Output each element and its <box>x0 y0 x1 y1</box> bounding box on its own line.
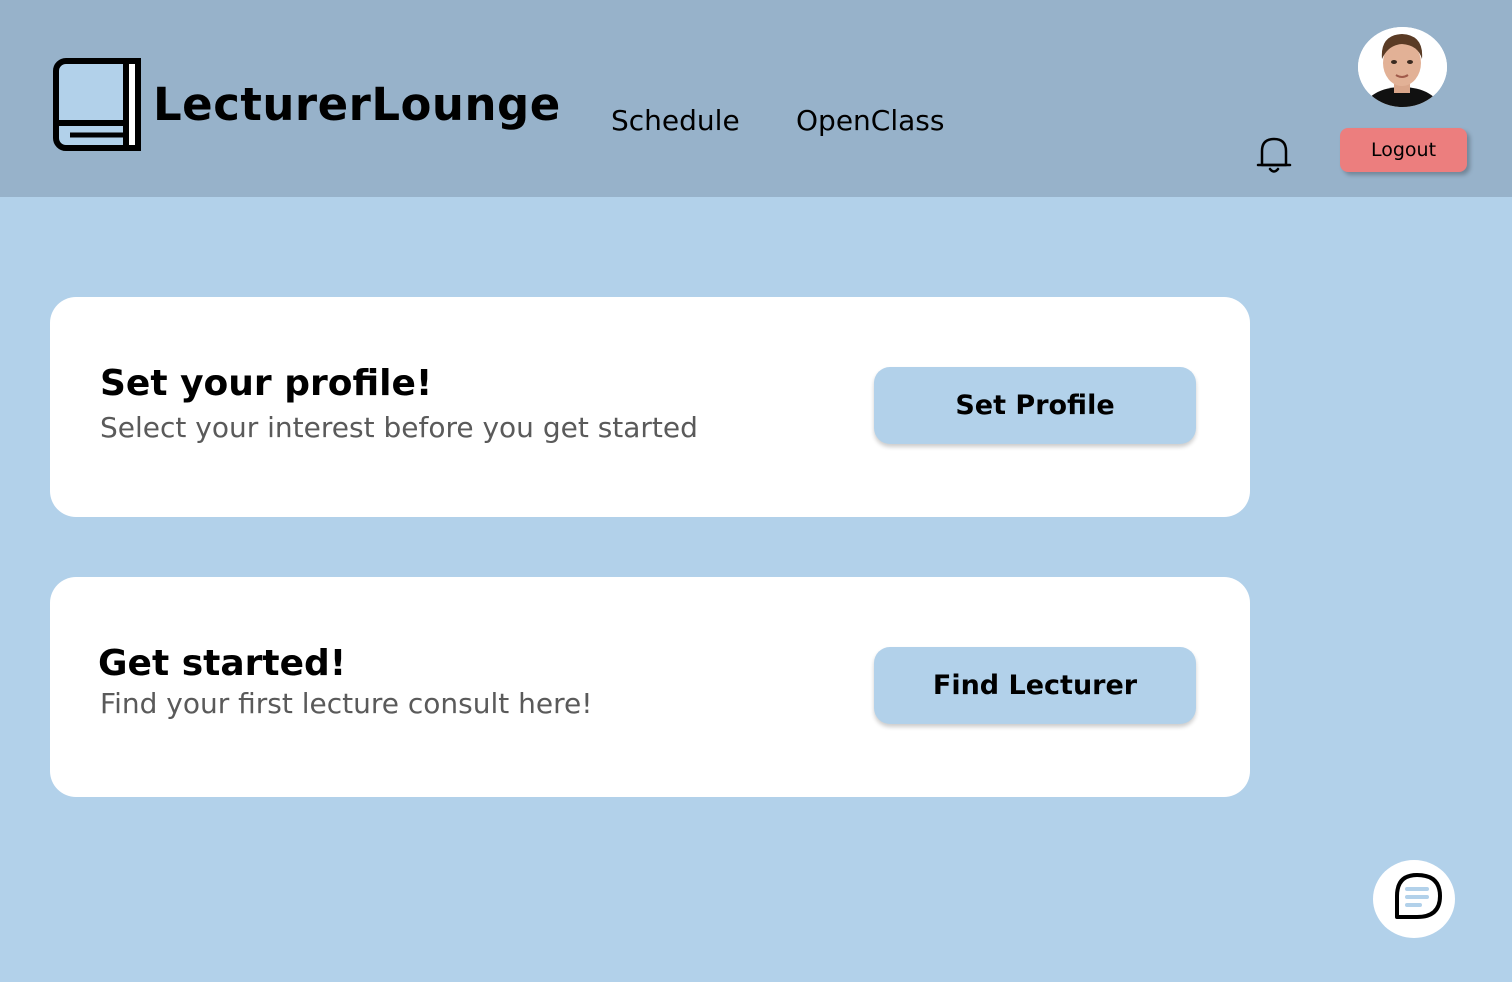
bell-icon[interactable] <box>1254 133 1294 175</box>
top-header: LecturerLounge Schedule OpenClass Logout <box>0 0 1512 197</box>
nav-openclass[interactable]: OpenClass <box>796 104 944 137</box>
chat-bubble-icon <box>1395 873 1442 919</box>
card-title: Set your profile! <box>100 363 433 404</box>
set-profile-button[interactable]: Set Profile <box>874 367 1196 444</box>
chat-button[interactable] <box>1373 860 1455 938</box>
find-lecturer-button[interactable]: Find Lecturer <box>874 647 1196 724</box>
avatar-image <box>1358 27 1447 107</box>
card-subtitle: Find your first lecture consult here! <box>100 687 593 720</box>
nav-schedule[interactable]: Schedule <box>611 104 740 137</box>
card-subtitle: Select your interest before you get star… <box>100 411 698 444</box>
get-started-card: Get started! Find your first lecture con… <box>50 577 1250 797</box>
app-brand-name[interactable]: LecturerLounge <box>153 78 561 131</box>
card-title: Get started! <box>98 643 347 684</box>
logout-button[interactable]: Logout <box>1340 128 1467 172</box>
user-avatar[interactable] <box>1358 27 1447 107</box>
book-icon <box>53 58 141 151</box>
set-profile-card: Set your profile! Select your interest b… <box>50 297 1250 517</box>
